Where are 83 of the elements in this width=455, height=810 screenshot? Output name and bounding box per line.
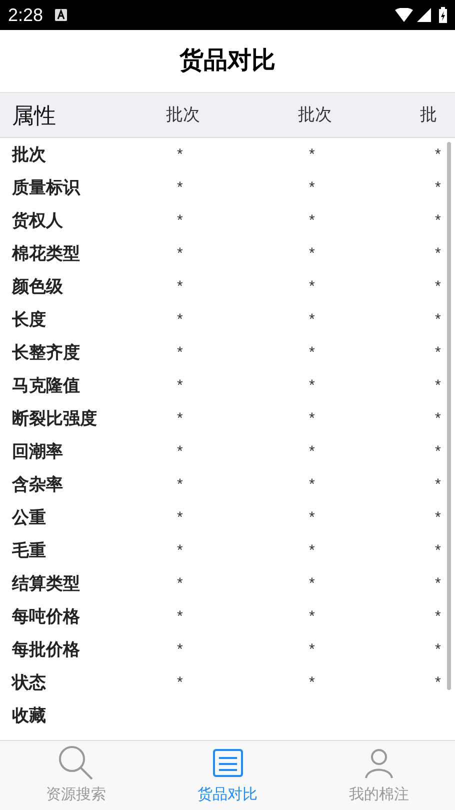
table-cell: * bbox=[309, 212, 315, 228]
table-cell: * bbox=[435, 476, 441, 492]
table-cell: * bbox=[435, 212, 441, 228]
row-label: 每批价格 bbox=[12, 640, 80, 658]
table-cell: * bbox=[177, 574, 183, 592]
table-cell: * bbox=[177, 178, 183, 196]
row-label: 结算类型 bbox=[12, 574, 80, 592]
table-cell: * bbox=[309, 244, 315, 262]
table-cell: * bbox=[435, 542, 441, 558]
row-label: 颜色级 bbox=[12, 276, 63, 296]
table-cell: * bbox=[177, 344, 183, 360]
table-cell: * bbox=[435, 608, 441, 624]
table-cell: * bbox=[177, 640, 183, 658]
table-cell: * bbox=[177, 476, 183, 492]
table-cell: * bbox=[309, 410, 315, 426]
battery-icon bbox=[439, 7, 447, 23]
nav-tab[interactable]: 资源搜索 bbox=[0, 741, 152, 810]
table-cell: * bbox=[177, 278, 183, 294]
table-cell: * bbox=[309, 376, 315, 394]
table-cell: * bbox=[309, 674, 315, 690]
row-label: 公重 bbox=[12, 508, 46, 526]
table-cell: * bbox=[177, 542, 183, 558]
table-cell: * bbox=[177, 608, 183, 624]
table-cell: * bbox=[177, 376, 183, 394]
table-cell: * bbox=[177, 674, 183, 690]
table-cell: * bbox=[435, 640, 441, 658]
row-label: 批次 bbox=[12, 144, 46, 164]
table-cell: * bbox=[309, 574, 315, 592]
table-cell: * bbox=[309, 178, 315, 196]
row-label: 状态 bbox=[12, 672, 46, 692]
row-label: 长度 bbox=[12, 310, 46, 328]
table-cell: * bbox=[309, 278, 315, 294]
table-cell: * bbox=[177, 508, 183, 526]
row-label: 长整齐度 bbox=[12, 342, 80, 362]
table-cell: * bbox=[177, 442, 183, 460]
row-label: 质量标识 bbox=[12, 178, 80, 196]
wifi-icon bbox=[395, 8, 413, 22]
row-label: 收藏 bbox=[12, 706, 46, 724]
row-label: 回潮率 bbox=[12, 442, 63, 460]
table-cell: * bbox=[309, 608, 315, 624]
table-cell: * bbox=[309, 508, 315, 526]
row-label: 含杂率 bbox=[12, 474, 63, 494]
table-cell: * bbox=[309, 344, 315, 360]
table-cell: * bbox=[177, 244, 183, 262]
page-title: 货品对比 bbox=[180, 46, 276, 76]
table-cell: * bbox=[435, 442, 441, 460]
table-cell: * bbox=[309, 640, 315, 658]
column-header: 批次 bbox=[298, 105, 332, 124]
row-label: 货权人 bbox=[12, 210, 63, 230]
nav-tab[interactable]: 我的棉注 bbox=[303, 741, 455, 810]
table-cell: * bbox=[177, 410, 183, 426]
table-cell: * bbox=[177, 212, 183, 228]
table-cell: * bbox=[435, 574, 441, 592]
table-cell: * bbox=[435, 310, 441, 328]
table-cell: * bbox=[177, 146, 183, 162]
table-cell: * bbox=[435, 410, 441, 426]
table-cell: * bbox=[309, 476, 315, 492]
row-label: 每吨价格 bbox=[12, 606, 80, 626]
table-cell: * bbox=[435, 376, 441, 394]
column-header: 批 bbox=[420, 105, 437, 124]
signal-icon bbox=[417, 8, 431, 22]
row-label: 断裂比强度 bbox=[12, 408, 97, 428]
status-time: 2:28 bbox=[8, 4, 44, 26]
table-cell: * bbox=[309, 146, 315, 162]
row-label: 棉花类型 bbox=[12, 244, 80, 262]
row-label: 毛重 bbox=[12, 540, 46, 560]
column-header: 批次 bbox=[166, 105, 200, 124]
nav-tab[interactable]: 货品对比 bbox=[152, 741, 304, 810]
table-cell: * bbox=[177, 310, 183, 328]
table-cell: * bbox=[435, 146, 441, 162]
column-header: 属性 bbox=[12, 102, 56, 128]
row-label: 马克隆值 bbox=[12, 376, 80, 394]
table-cell: * bbox=[435, 178, 441, 196]
table-cell: * bbox=[435, 674, 441, 690]
table-cell: * bbox=[309, 442, 315, 460]
table-cell: * bbox=[435, 344, 441, 360]
notification-icon bbox=[55, 9, 68, 21]
table-cell: * bbox=[309, 310, 315, 328]
table-cell: * bbox=[435, 508, 441, 526]
table-cell: * bbox=[435, 244, 441, 262]
table-cell: * bbox=[309, 542, 315, 558]
search-icon bbox=[56, 744, 95, 782]
table-cell: * bbox=[435, 278, 441, 294]
